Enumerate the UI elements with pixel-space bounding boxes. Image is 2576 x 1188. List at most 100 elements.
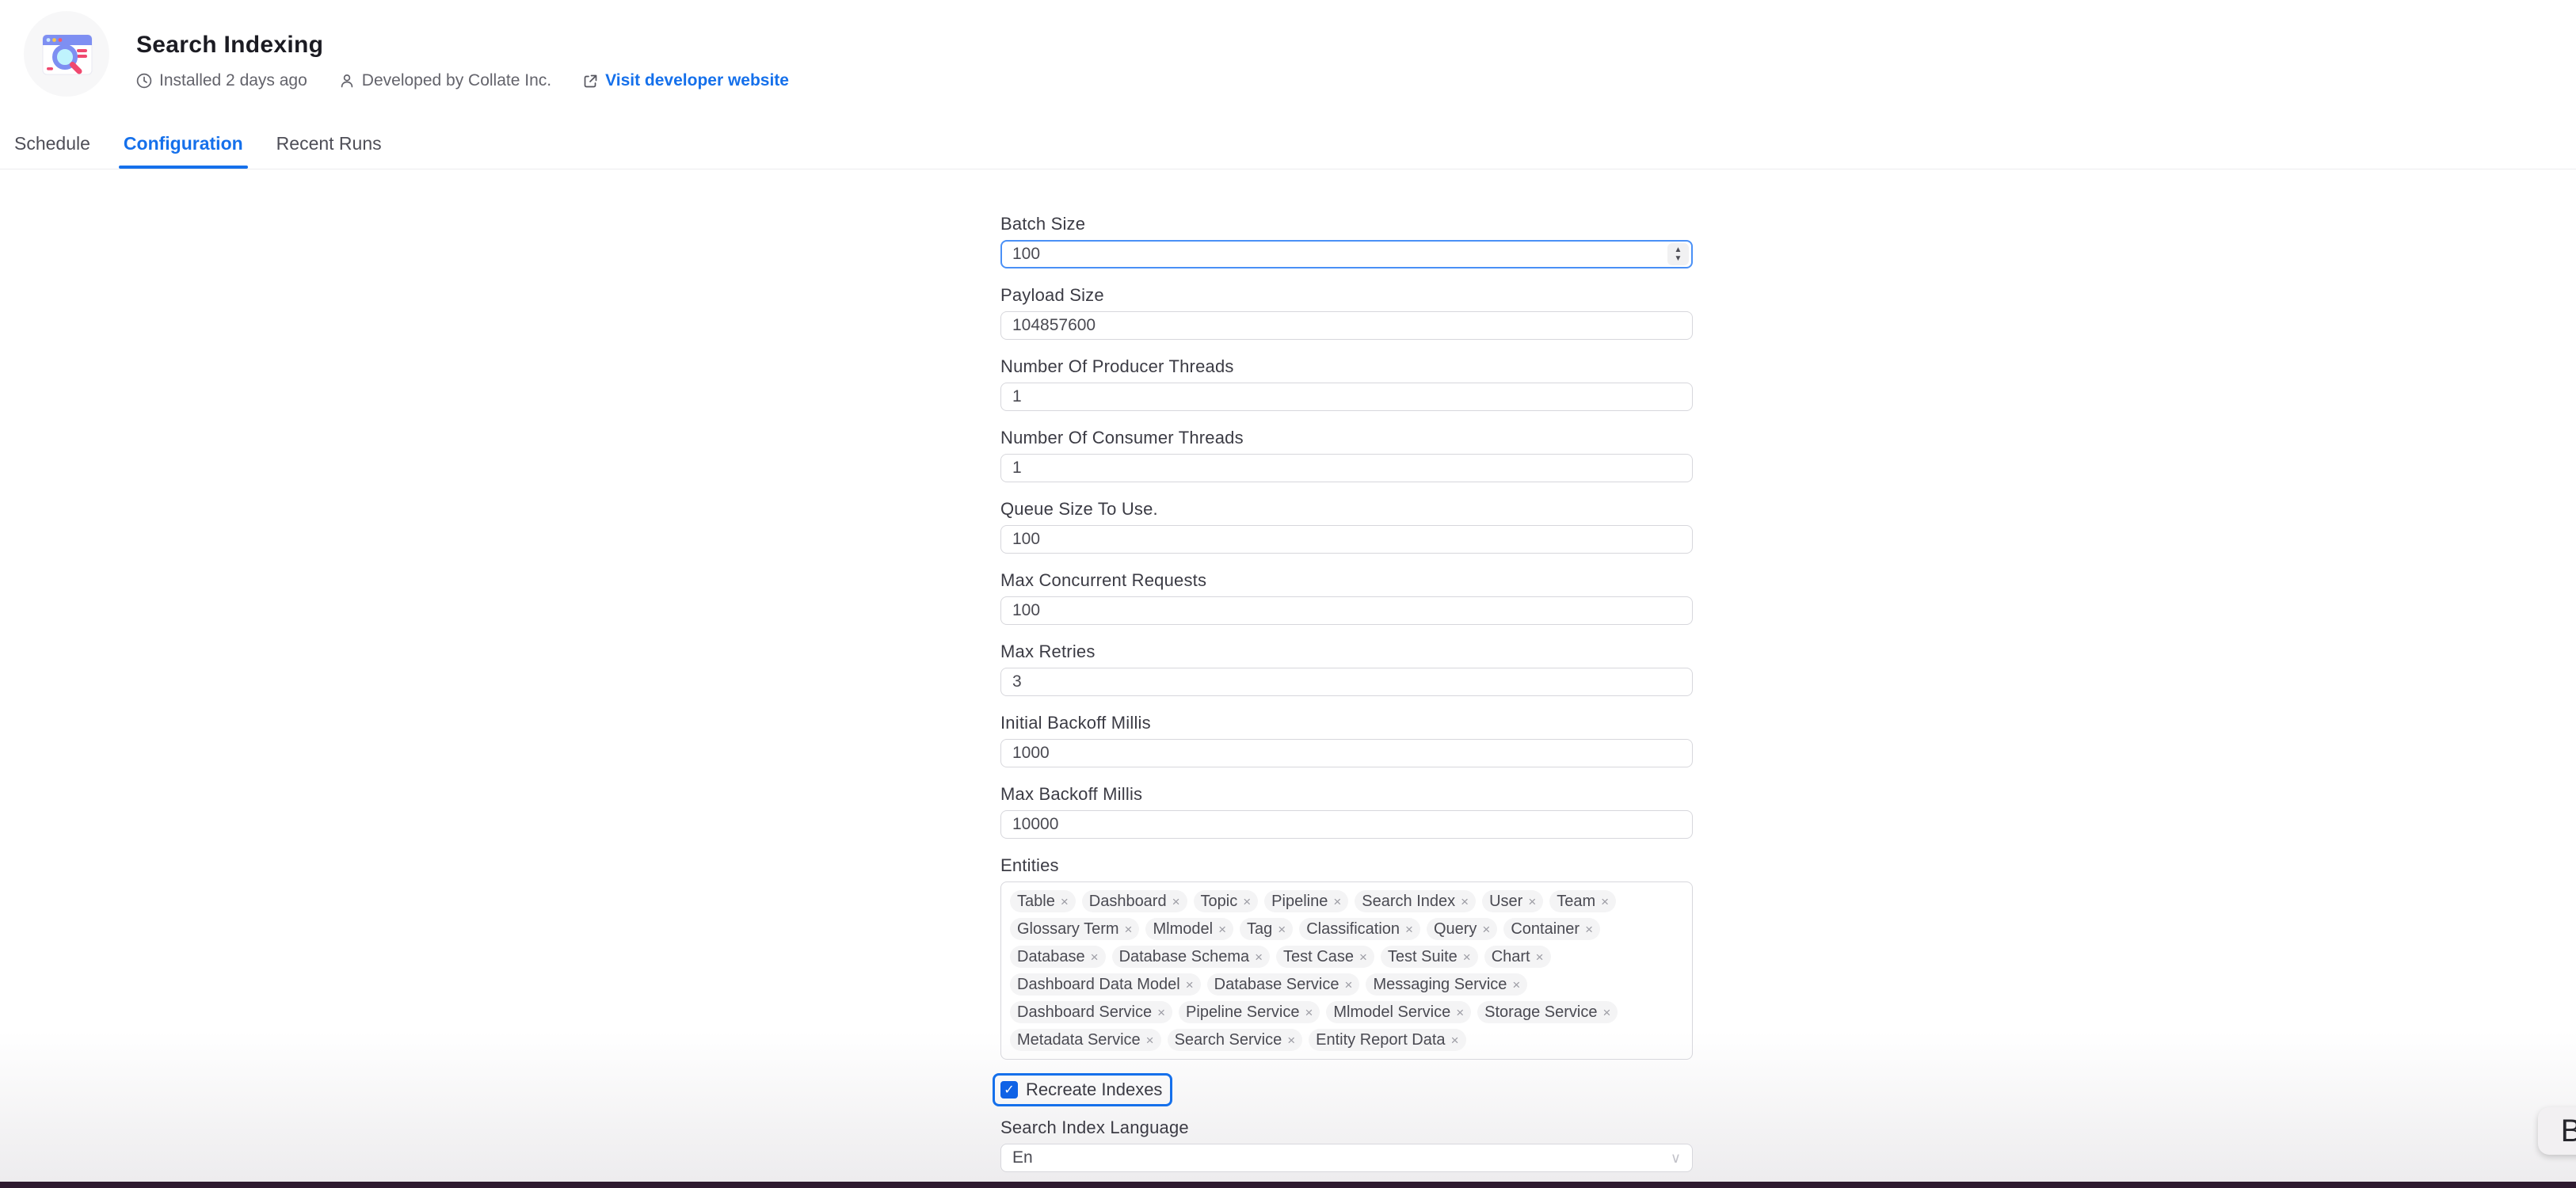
entities-label: Entities [1000,855,1693,876]
entity-tag-chip: Search Index × [1355,890,1476,912]
stepper-down-icon[interactable]: ▼ [1675,255,1682,262]
tag-label: Storage Service [1484,1003,1597,1022]
tab-configuration[interactable]: Configuration [119,122,248,169]
tag-remove-icon[interactable]: × [1528,895,1536,908]
tag-remove-icon[interactable]: × [1461,895,1469,908]
field-input[interactable] [1000,668,1693,696]
tag-label: Database Schema [1119,948,1250,966]
entity-tag-chip: Metadata Service × [1010,1029,1161,1051]
tag-remove-icon[interactable]: × [1125,923,1133,936]
number-stepper[interactable]: ▲ ▼ [1667,243,1689,265]
recreate-indexes-toggle[interactable]: ✓ Recreate Indexes [993,1073,1172,1106]
tag-remove-icon[interactable]: × [1345,978,1353,992]
field-input-wrap [1000,810,1693,839]
recreate-checkbox[interactable]: ✓ [1000,1081,1018,1099]
entities-box[interactable]: Table × Dashboard × Topic × Pipeline × S… [1000,881,1693,1060]
field-input[interactable] [1000,383,1693,411]
field-input-wrap: ▲ ▼ [1000,240,1693,268]
tag-remove-icon[interactable]: × [1061,895,1069,908]
field-input[interactable] [1000,810,1693,839]
tag-remove-icon[interactable]: × [1172,895,1180,908]
tag-remove-icon[interactable]: × [1278,923,1286,936]
tag-remove-icon[interactable]: × [1451,1034,1459,1047]
field-input[interactable] [1000,739,1693,767]
form-field: Max Concurrent Requests [1000,570,1693,625]
tag-remove-icon[interactable]: × [1482,923,1490,936]
developer-website-link[interactable]: Visit developer website [605,71,789,90]
field-label: Max Backoff Millis [1000,784,1693,805]
entity-tag-chip: Messaging Service × [1366,973,1527,996]
tab-label: Schedule [14,133,90,154]
tag-remove-icon[interactable]: × [1218,923,1226,936]
tag-remove-icon[interactable]: × [1333,895,1341,908]
tag-remove-icon[interactable]: × [1536,950,1544,964]
page-title: Search Indexing [136,32,789,59]
tag-label: Dashboard [1089,893,1167,911]
entity-tag-chip: Database × [1010,946,1106,968]
tag-label: Team [1557,893,1595,911]
developer-info: Developed by Collate Inc. [339,71,551,90]
user-icon [339,73,355,89]
tag-remove-icon[interactable]: × [1601,895,1609,908]
tag-remove-icon[interactable]: × [1463,950,1471,964]
field-input[interactable] [1000,454,1693,482]
entity-tag-chip: Dashboard × [1082,890,1187,912]
tag-remove-icon[interactable]: × [1305,1006,1313,1019]
field-input[interactable] [1000,525,1693,554]
field-input[interactable] [1000,311,1693,340]
tag-remove-icon[interactable]: × [1405,923,1413,936]
field-input-wrap [1000,668,1693,696]
installed-text: Installed 2 days ago [159,71,307,90]
tag-remove-icon[interactable]: × [1585,923,1593,936]
tag-remove-icon[interactable]: × [1602,1006,1610,1019]
tag-label: Test Case [1283,948,1354,966]
tag-remove-icon[interactable]: × [1255,950,1263,964]
entities-field: Entities Table × Dashboard × Topic × Pip… [1000,855,1693,1060]
entity-tag-chip: Container × [1503,918,1600,940]
tag-label: Pipeline [1271,893,1328,911]
tag-label: Search Service [1175,1031,1282,1049]
entity-tag-chip: Test Suite × [1381,946,1478,968]
tag-remove-icon[interactable]: × [1359,950,1367,964]
app-header: Search Indexing Installed 2 days ago Dev… [0,0,2576,119]
tag-remove-icon[interactable]: × [1243,895,1251,908]
tag-remove-icon[interactable]: × [1456,1006,1464,1019]
tag-remove-icon[interactable]: × [1512,978,1520,992]
tag-label: User [1489,893,1522,911]
entity-tag-chip: Entity Report Data × [1309,1029,1465,1051]
field-label: Number Of Consumer Threads [1000,428,1693,448]
field-input[interactable] [1000,240,1693,268]
developer-website[interactable]: Visit developer website [583,71,789,90]
language-select[interactable]: En ∨ [1000,1144,1693,1172]
form-field: Max Retries [1000,642,1693,696]
field-label: Max Retries [1000,642,1693,662]
tag-remove-icon[interactable]: × [1091,950,1099,964]
field-input-wrap [1000,383,1693,411]
tag-remove-icon[interactable]: × [1287,1034,1295,1047]
form-field: Queue Size To Use. [1000,499,1693,554]
entity-tag-chip: Glossary Term × [1010,918,1139,940]
tag-label: Test Suite [1388,948,1458,966]
entity-tag-chip: Database Service × [1207,973,1360,996]
field-label: Max Concurrent Requests [1000,570,1693,591]
entity-tag-chip: Mlmodel × [1145,918,1233,940]
search-indexing-app-icon [24,11,109,97]
clock-icon [136,73,152,89]
language-label: Search Index Language [1000,1118,1693,1138]
language-field: Search Index Language En ∨ [1000,1118,1693,1172]
tab-recent-runs[interactable]: Recent Runs [272,122,387,169]
tag-remove-icon[interactable]: × [1146,1034,1154,1047]
tag-label: Search Index [1362,893,1455,911]
tab-label: Recent Runs [276,133,382,154]
tab-schedule[interactable]: Schedule [10,122,95,169]
tag-remove-icon[interactable]: × [1157,1006,1165,1019]
field-input-wrap [1000,454,1693,482]
tag-label: Glossary Term [1017,920,1119,939]
external-link-icon [583,74,598,89]
stepper-up-icon[interactable]: ▲ [1675,246,1682,253]
tag-remove-icon[interactable]: × [1186,978,1194,992]
entity-tag-chip: Dashboard Service × [1010,1001,1172,1023]
tab-label: Configuration [124,133,243,154]
field-input-wrap [1000,596,1693,625]
field-input[interactable] [1000,596,1693,625]
